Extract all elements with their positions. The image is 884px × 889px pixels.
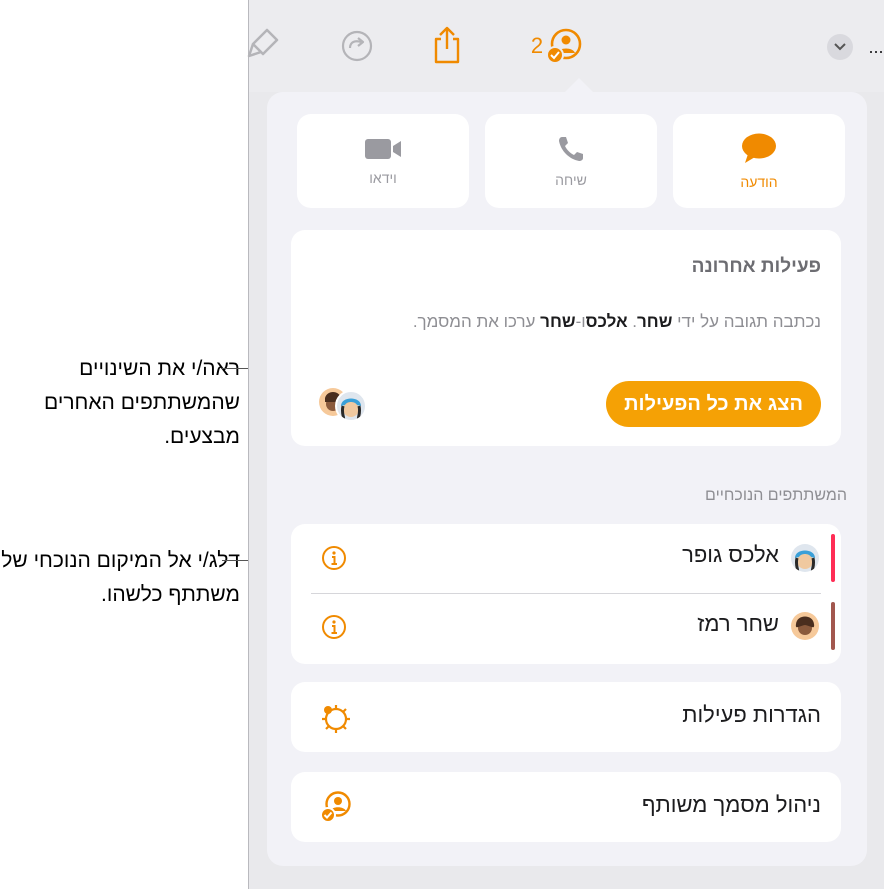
callout-activity-text: ראה/י את השינויים שהמשתתפים האחרים מבצעי… [44,357,240,448]
video-camera-icon [365,139,401,159]
participant-color-bar [831,534,835,582]
activity-settings-row[interactable]: הגדרות פעילות [291,682,841,752]
info-icon[interactable] [321,614,347,645]
message-bubble-icon [742,133,776,163]
activity-settings-label: הגדרות פעילות [682,702,821,727]
recent-activity-card: פעילות אחרונה נכתבה תגובה על ידי שחר. אל… [291,230,841,446]
participant-row-shahar[interactable]: שחר רמז [291,594,841,664]
avatar-shahar [791,612,819,640]
share-icon[interactable] [427,24,467,66]
message-button[interactable]: הודעה [673,114,845,208]
show-all-activity-button[interactable]: הצג את כל הפעילות [606,381,821,427]
video-button[interactable]: וידאו [297,114,469,208]
manage-shared-document-label: ניהול מסמך משותף [641,792,821,817]
app-window: 2 ... הודעה שיחה וידאו פעילות אחרונה נכת… [247,0,884,889]
redo-icon[interactable] [335,28,379,64]
participant-name: שחר רמז [697,611,779,636]
info-icon[interactable] [321,545,347,576]
call-label: שיחה [555,172,587,188]
collaboration-icon [546,28,582,64]
collaboration-popover: הודעה שיחה וידאו פעילות אחרונה נכתבה תגו… [267,92,867,866]
activity-title: פעילות אחרונה [691,256,821,277]
callout-participant: דלג/י אל המיקום הנוכחי של משתתף כלשהו. [0,544,240,612]
participant-color-bar [831,602,835,650]
participant-row-alex[interactable]: אלכס גופר [291,524,841,592]
activity-description: נכתבה תגובה על ידי שחר. אלכסו-שחר ערכו א… [412,312,821,331]
collaboration-button[interactable]: 2 [521,26,593,66]
collab-count: 2 [530,33,544,58]
message-label: הודעה [740,174,778,190]
chevron-down-icon[interactable] [827,34,853,60]
call-button[interactable]: שיחה [485,114,657,208]
more-dots[interactable]: ... [867,34,884,60]
phone-icon [559,137,583,161]
avatar-alex [791,544,819,572]
video-label: וידאו [369,170,397,186]
manage-shared-document-row[interactable]: ניהול מסמך משותף [291,772,841,842]
current-participants-label: המשתתפים הנוכחיים [705,487,847,504]
participant-name: אלכס גופר [682,542,779,567]
participants-card: אלכס גופר שחר רמז [291,524,841,664]
activity-settings-icon [319,702,351,739]
callout-participant-text: דלג/י אל המיקום הנוכחי של משתתף כלשהו. [1,549,240,606]
popover-pointer [565,78,593,92]
callout-activity: ראה/י את השינויים שהמשתתפים האחרים מבצעי… [0,352,240,454]
avatar-alex-small [335,390,367,422]
format-brush-icon[interactable] [243,24,283,64]
manage-collaboration-icon [319,790,353,829]
